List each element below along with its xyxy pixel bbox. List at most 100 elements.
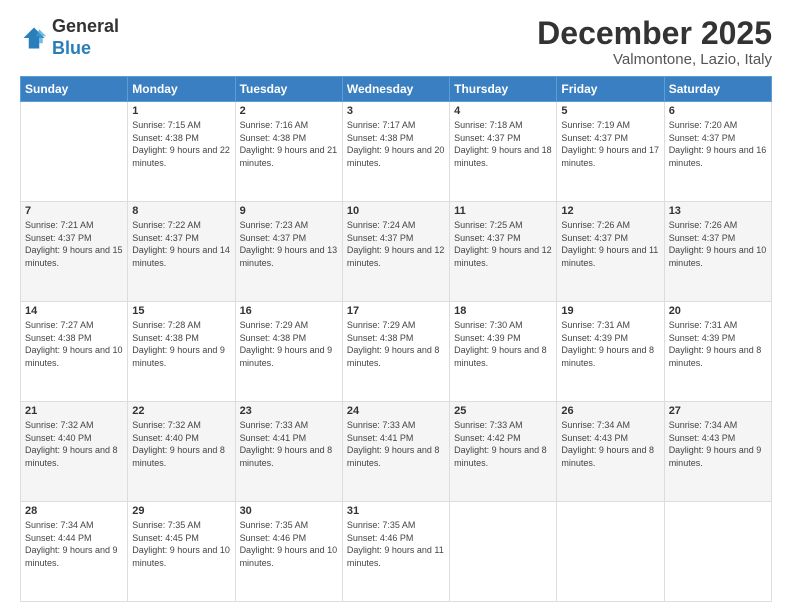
day-info: Sunrise: 7:25 AMSunset: 4:37 PMDaylight:… [454,219,552,269]
weekday-monday: Monday [128,77,235,102]
day-number: 20 [669,305,767,317]
day-cell: 16 Sunrise: 7:29 AMSunset: 4:38 PMDayligh… [235,302,342,402]
day-number: 14 [25,305,123,317]
day-info: Sunrise: 7:31 AMSunset: 4:39 PMDaylight:… [561,319,659,369]
day-cell: 4Sunrise: 7:18 AMSunset: 4:37 PMDaylight… [450,102,557,202]
weekday-wednesday: Wednesday [342,77,449,102]
day-number: 10 [347,205,445,217]
calendar-table: SundayMondayTuesdayWednesdayThursdayFrid… [20,76,772,602]
day-cell: 31 Sunrise: 7:35 AMSunset: 4:46 PMDayligh… [342,502,449,602]
title-block: December 2025 Valmontone, Lazio, Italy [537,16,772,68]
week-row-5: 28 Sunrise: 7:34 AMSunset: 4:44 PMDayligh… [21,502,772,602]
day-info: Sunrise: 7:22 AMSunset: 4:37 PMDaylight:… [132,219,230,269]
day-info: Sunrise: 7:26 AMSunset: 4:37 PMDaylight:… [561,219,659,269]
weekday-sunday: Sunday [21,77,128,102]
logo-icon [20,24,48,52]
day-info: Sunrise: 7:34 AMSunset: 4:43 PMDaylight:… [669,419,767,469]
day-number: 26 [561,405,659,417]
day-cell: 27 Sunrise: 7:34 AMSunset: 4:43 PMDayligh… [664,402,771,502]
day-info: Sunrise: 7:21 AMSunset: 4:37 PMDaylight:… [25,219,123,269]
day-number: 25 [454,405,552,417]
day-info: Sunrise: 7:35 AMSunset: 4:46 PMDaylight:… [347,519,445,569]
logo: General Blue [20,16,119,59]
day-number: 7 [25,205,123,217]
day-cell: 9 Sunrise: 7:23 AMSunset: 4:37 PMDaylight… [235,202,342,302]
day-cell: 2Sunrise: 7:16 AMSunset: 4:38 PMDaylight… [235,102,342,202]
day-info: Sunrise: 7:31 AMSunset: 4:39 PMDaylight:… [669,319,767,369]
day-info: Sunrise: 7:24 AMSunset: 4:37 PMDaylight:… [347,219,445,269]
day-info: Sunrise: 7:32 AMSunset: 4:40 PMDaylight:… [25,419,123,469]
day-number: 30 [240,505,338,517]
day-cell: 23Sunrise: 7:33 AMSunset: 4:41 PMDayligh… [235,402,342,502]
header: General Blue December 2025 Valmontone, L… [20,16,772,68]
logo-blue: Blue [52,38,91,58]
day-cell: 3 Sunrise: 7:17 AMSunset: 4:38 PMDaylight… [342,102,449,202]
week-row-4: 21 Sunrise: 7:32 AMSunset: 4:40 PMDayligh… [21,402,772,502]
day-number: 24 [347,405,445,417]
day-cell: 10 Sunrise: 7:24 AMSunset: 4:37 PMDayligh… [342,202,449,302]
week-row-2: 7 Sunrise: 7:21 AMSunset: 4:37 PMDaylight… [21,202,772,302]
day-info: Sunrise: 7:23 AMSunset: 4:37 PMDaylight:… [240,219,338,269]
day-info: Sunrise: 7:32 AMSunset: 4:40 PMDaylight:… [132,419,230,469]
day-number: 29 [132,505,230,517]
day-info: Sunrise: 7:34 AMSunset: 4:43 PMDaylight:… [561,419,659,469]
day-number: 16 [240,305,338,317]
day-cell: 24Sunrise: 7:33 AMSunset: 4:41 PMDayligh… [342,402,449,502]
day-number: 5 [561,105,659,117]
day-number: 28 [25,505,123,517]
day-cell: 21 Sunrise: 7:32 AMSunset: 4:40 PMDayligh… [21,402,128,502]
day-number: 22 [132,405,230,417]
day-info: Sunrise: 7:29 AMSunset: 4:38 PMDaylight:… [347,319,445,369]
day-number: 21 [25,405,123,417]
day-cell: 26 Sunrise: 7:34 AMSunset: 4:43 PMDayligh… [557,402,664,502]
day-cell: 5Sunrise: 7:19 AMSunset: 4:37 PMDaylight… [557,102,664,202]
day-info: Sunrise: 7:26 AMSunset: 4:37 PMDaylight:… [669,219,767,269]
day-cell: 28 Sunrise: 7:34 AMSunset: 4:44 PMDayligh… [21,502,128,602]
weekday-header-row: SundayMondayTuesdayWednesdayThursdayFrid… [21,77,772,102]
day-number: 19 [561,305,659,317]
day-number: 31 [347,505,445,517]
day-cell: 18Sunrise: 7:30 AMSunset: 4:39 PMDayligh… [450,302,557,402]
day-number: 9 [240,205,338,217]
day-cell [21,102,128,202]
logo-general: General [52,16,119,36]
day-number: 13 [669,205,767,217]
day-number: 8 [132,205,230,217]
location-title: Valmontone, Lazio, Italy [537,51,772,68]
day-cell [557,502,664,602]
day-number: 3 [347,105,445,117]
day-number: 6 [669,105,767,117]
day-cell: 13 Sunrise: 7:26 AMSunset: 4:37 PMDayligh… [664,202,771,302]
day-info: Sunrise: 7:35 AMSunset: 4:45 PMDaylight:… [132,519,230,569]
day-cell: 6 Sunrise: 7:20 AMSunset: 4:37 PMDaylight… [664,102,771,202]
day-cell [450,502,557,602]
day-cell: 14 Sunrise: 7:27 AMSunset: 4:38 PMDayligh… [21,302,128,402]
month-title: December 2025 [537,16,772,51]
day-cell: 22 Sunrise: 7:32 AMSunset: 4:40 PMDayligh… [128,402,235,502]
weekday-friday: Friday [557,77,664,102]
day-info: Sunrise: 7:35 AMSunset: 4:46 PMDaylight:… [240,519,338,569]
day-info: Sunrise: 7:27 AMSunset: 4:38 PMDaylight:… [25,319,123,369]
day-number: 15 [132,305,230,317]
weekday-saturday: Saturday [664,77,771,102]
day-number: 17 [347,305,445,317]
day-cell: 15Sunrise: 7:28 AMSunset: 4:38 PMDayligh… [128,302,235,402]
day-cell: 8 Sunrise: 7:22 AMSunset: 4:37 PMDaylight… [128,202,235,302]
day-number: 12 [561,205,659,217]
week-row-1: 1Sunrise: 7:15 AMSunset: 4:38 PMDaylight… [21,102,772,202]
day-info: Sunrise: 7:29 AMSunset: 4:38 PMDaylight:… [240,319,338,369]
day-cell: 1Sunrise: 7:15 AMSunset: 4:38 PMDaylight… [128,102,235,202]
day-info: Sunrise: 7:33 AMSunset: 4:42 PMDaylight:… [454,419,552,469]
day-number: 23 [240,405,338,417]
day-cell: 17 Sunrise: 7:29 AMSunset: 4:38 PMDayligh… [342,302,449,402]
day-info: Sunrise: 7:20 AMSunset: 4:37 PMDaylight:… [669,119,767,169]
weekday-thursday: Thursday [450,77,557,102]
day-info: Sunrise: 7:34 AMSunset: 4:44 PMDaylight:… [25,519,123,569]
day-cell: 11Sunrise: 7:25 AMSunset: 4:37 PMDayligh… [450,202,557,302]
day-number: 27 [669,405,767,417]
week-row-3: 14 Sunrise: 7:27 AMSunset: 4:38 PMDayligh… [21,302,772,402]
day-cell: 29 Sunrise: 7:35 AMSunset: 4:45 PMDayligh… [128,502,235,602]
day-cell: 30 Sunrise: 7:35 AMSunset: 4:46 PMDayligh… [235,502,342,602]
day-info: Sunrise: 7:17 AMSunset: 4:38 PMDaylight:… [347,119,445,169]
day-info: Sunrise: 7:15 AMSunset: 4:38 PMDaylight:… [132,119,230,169]
